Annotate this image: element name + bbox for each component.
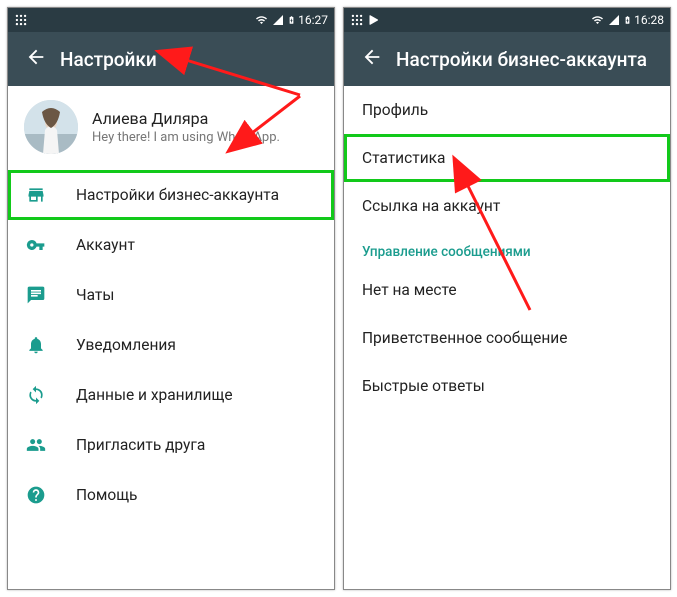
appbar-title: Настройки: [60, 48, 157, 71]
profile-name: Алиева Диляра: [92, 109, 280, 128]
apps-icon: [14, 13, 28, 27]
menu-item-label: Пригласить друга: [76, 436, 205, 454]
bell-icon: [26, 335, 62, 355]
menu-item-account[interactable]: Аккаунт: [8, 220, 334, 270]
apps-icon: [350, 13, 364, 27]
sync-icon: [26, 385, 62, 405]
item-short-link[interactable]: Ссылка на аккаунт: [344, 182, 670, 230]
item-quick-replies[interactable]: Быстрые ответы: [344, 362, 670, 410]
menu-item-label: Уведомления: [76, 336, 176, 354]
key-icon: [26, 235, 62, 255]
menu-item-label: Данные и хранилище: [76, 386, 233, 404]
signal-icon: [271, 14, 285, 26]
item-label: Профиль: [362, 101, 428, 119]
appbar-right: Настройки бизнес-аккаунта: [344, 32, 670, 86]
item-label: Нет на месте: [362, 281, 457, 299]
menu-item-label: Настройки бизнес-аккаунта: [76, 186, 279, 204]
item-label: Приветственное сообщение: [362, 329, 567, 347]
profile-status: Hey there! I am using WhatsApp.: [92, 130, 280, 145]
section-header: Управление сообщениями: [344, 230, 670, 266]
item-label: Статистика: [362, 149, 445, 167]
item-label: Быстрые ответы: [362, 377, 485, 395]
back-button[interactable]: [16, 39, 56, 79]
item-statistics[interactable]: Статистика: [344, 134, 670, 182]
menu-item-help[interactable]: Помощь: [8, 470, 334, 520]
appbar-title: Настройки бизнес-аккаунта: [396, 48, 647, 71]
menu-item-label: Чаты: [76, 286, 114, 304]
item-away[interactable]: Нет на месте: [344, 266, 670, 314]
phone-left: 16:27 Настройки Алиева Диляра Hey there!…: [7, 7, 335, 590]
menu-item-label: Аккаунт: [76, 236, 135, 254]
item-greeting[interactable]: Приветственное сообщение: [344, 314, 670, 362]
appbar-left: Настройки: [8, 32, 334, 86]
battery-charging-icon: [287, 13, 296, 27]
chat-icon: [26, 285, 62, 305]
storefront-icon: [26, 185, 62, 205]
arrow-back-icon: [361, 46, 383, 72]
profile-row[interactable]: Алиева Диляра Hey there! I am using What…: [8, 86, 334, 170]
statusbar: 16:28: [344, 8, 670, 32]
phone-right: 16:28 Настройки бизнес-аккаунта Профиль …: [343, 7, 671, 590]
menu-item-invite[interactable]: Пригласить друга: [8, 420, 334, 470]
wifi-icon: [590, 14, 605, 26]
back-button[interactable]: [352, 39, 392, 79]
statusbar: 16:27: [8, 8, 334, 32]
menu-item-label: Помощь: [76, 486, 137, 504]
arrow-back-icon: [25, 46, 47, 72]
menu-item-business-settings[interactable]: Настройки бизнес-аккаунта: [8, 170, 334, 220]
menu-item-chats[interactable]: Чаты: [8, 270, 334, 320]
signal-icon: [607, 14, 621, 26]
menu-item-data-storage[interactable]: Данные и хранилище: [8, 370, 334, 420]
help-icon: [26, 485, 62, 505]
avatar: [24, 100, 78, 154]
wifi-icon: [254, 14, 269, 26]
play-store-icon: [368, 14, 380, 26]
item-profile[interactable]: Профиль: [344, 86, 670, 134]
group-icon: [26, 435, 62, 455]
statusbar-time: 16:28: [634, 13, 664, 27]
item-label: Ссылка на аккаунт: [362, 197, 500, 215]
battery-charging-icon: [623, 13, 632, 27]
menu-item-notifications[interactable]: Уведомления: [8, 320, 334, 370]
statusbar-time: 16:27: [298, 13, 328, 27]
